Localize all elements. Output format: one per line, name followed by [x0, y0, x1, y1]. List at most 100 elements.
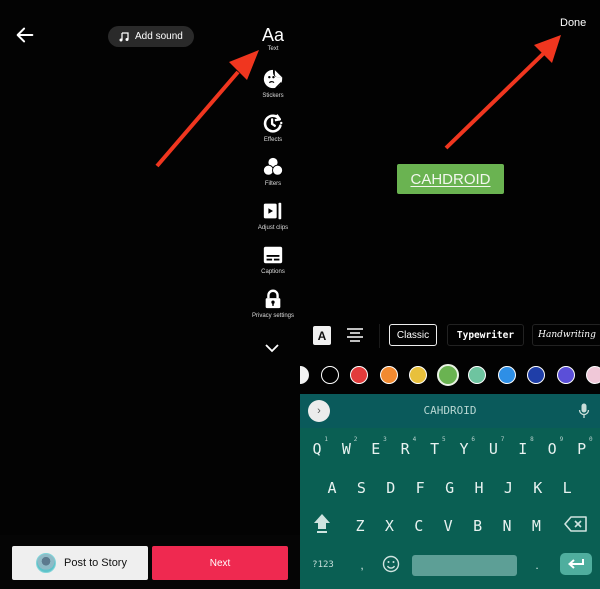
color-swatch-blue[interactable] — [497, 366, 516, 384]
enter-arrow-icon — [567, 559, 584, 569]
color-swatch-yellow[interactable] — [409, 366, 427, 384]
key-number-hint: 9 — [559, 436, 564, 443]
key-o[interactable]: O9 — [539, 434, 565, 464]
color-swatch-dark-blue[interactable] — [527, 366, 545, 384]
text-overlay-content: CAHDROID — [410, 170, 491, 188]
tool-captions[interactable]: Captions — [246, 244, 300, 275]
key-u[interactable]: U7 — [480, 434, 506, 464]
video-editor-panel: Add sound Aa Text Stickers Effects Filte… — [0, 0, 300, 589]
symbols-key[interactable]: ?123 — [308, 554, 338, 576]
key-g[interactable]: G — [437, 473, 463, 503]
space-key[interactable] — [412, 555, 517, 576]
tool-effects[interactable]: Effects — [246, 112, 300, 143]
comma-key[interactable]: , — [355, 554, 369, 576]
key-r[interactable]: R4 — [392, 434, 418, 464]
font-typewriter[interactable]: Typewriter — [447, 324, 524, 346]
tool-adjust-clips[interactable]: Adjust clips — [246, 200, 300, 231]
color-swatch-black[interactable] — [320, 366, 339, 384]
enter-key[interactable] — [560, 553, 592, 575]
key-label: R — [400, 440, 410, 458]
post-to-story-button[interactable]: Post to Story — [12, 546, 148, 580]
font-classic[interactable]: Classic — [389, 324, 437, 346]
key-p[interactable]: P0 — [569, 434, 595, 464]
color-swatch-green[interactable] — [436, 364, 459, 386]
key-c[interactable]: C — [406, 511, 432, 541]
tool-captions-label: Captions — [261, 269, 285, 275]
key-z[interactable]: Z — [347, 511, 373, 541]
period-key[interactable]: . — [530, 554, 544, 576]
emoji-key[interactable] — [380, 553, 402, 575]
key-w[interactable]: W2 — [333, 434, 359, 464]
color-swatch-teal[interactable] — [468, 366, 486, 384]
post-to-story-label: Post to Story — [64, 557, 127, 569]
key-x[interactable]: X — [376, 511, 402, 541]
text-background-toggle[interactable]: A — [313, 326, 331, 345]
key-d[interactable]: D — [378, 473, 404, 503]
key-number-hint: 3 — [383, 436, 387, 443]
key-label: T — [430, 440, 440, 458]
avatar — [36, 553, 56, 573]
key-number-hint: 8 — [530, 436, 534, 443]
filters-circles-icon — [262, 157, 284, 176]
font-handwriting[interactable]: Handwriting — [532, 324, 600, 346]
color-swatch-pink[interactable] — [586, 366, 600, 384]
key-label: Q — [312, 440, 322, 458]
key-y[interactable]: Y6 — [451, 434, 477, 464]
key-number-hint: 1 — [324, 436, 328, 443]
arrow-left-icon[interactable] — [14, 24, 36, 46]
shift-key[interactable] — [312, 512, 332, 536]
color-palette — [300, 364, 600, 386]
tool-privacy-settings[interactable]: Privacy settings — [246, 288, 300, 319]
key-h[interactable]: H — [466, 473, 492, 503]
next-button[interactable]: Next — [152, 546, 288, 580]
key-number-hint: 4 — [412, 436, 417, 443]
next-label: Next — [209, 557, 231, 569]
key-label: W — [341, 440, 351, 458]
key-number-hint: 0 — [588, 436, 593, 443]
tool-text[interactable]: Aa Text — [246, 24, 300, 52]
keyboard: › CAHDROID ?123 , . Q 1 W 2 E 3 R 4 T 5 … — [300, 394, 600, 589]
key-j[interactable]: J — [495, 473, 521, 503]
tool-text-label: Text — [267, 46, 279, 52]
captions-icon — [263, 246, 283, 264]
key-v[interactable]: V — [435, 511, 461, 541]
key-s[interactable]: S — [348, 473, 374, 503]
key-number-hint: 6 — [471, 436, 475, 443]
screenshot-root: Add sound Aa Text Stickers Effects Filte… — [0, 0, 600, 589]
keyboard-suggestion[interactable]: CAHDROID — [300, 404, 600, 417]
tool-stickers[interactable]: Stickers — [246, 68, 300, 99]
key-k[interactable]: K — [525, 473, 551, 503]
key-q[interactable]: Q1 — [304, 434, 330, 464]
tool-stickers-label: Stickers — [262, 93, 284, 99]
tool-effects-label: Effects — [263, 137, 283, 143]
key-label: E — [371, 440, 381, 458]
key-b[interactable]: B — [465, 511, 491, 541]
backspace-key[interactable] — [563, 514, 589, 534]
text-overlay[interactable]: CAHDROID — [397, 164, 504, 194]
align-center-icon[interactable] — [346, 327, 364, 343]
tool-filters-label: Filters — [264, 181, 282, 187]
key-f[interactable]: F — [407, 473, 433, 503]
chevron-down-icon[interactable] — [264, 342, 280, 354]
color-swatch-white[interactable] — [300, 366, 309, 384]
lock-icon — [265, 289, 281, 309]
done-button[interactable]: Done — [560, 17, 586, 29]
microphone-icon[interactable] — [578, 403, 590, 419]
key-n[interactable]: N — [494, 511, 520, 541]
color-swatch-purple[interactable] — [556, 366, 575, 384]
color-swatch-red[interactable] — [350, 366, 368, 384]
key-i[interactable]: I8 — [510, 434, 536, 464]
key-t[interactable]: T5 — [422, 434, 448, 464]
add-sound-label: Add sound — [135, 31, 183, 42]
key-e[interactable]: E3 — [363, 434, 389, 464]
key-m[interactable]: M — [523, 511, 549, 541]
tool-filters[interactable]: Filters — [246, 156, 300, 187]
adjust-clips-icon — [263, 202, 282, 220]
key-a[interactable]: A — [319, 473, 345, 503]
text-aa-icon: Aa — [261, 25, 285, 45]
add-sound-button[interactable]: Add sound — [108, 26, 194, 47]
keyboard-suggestion-bar: › CAHDROID — [300, 394, 600, 428]
key-l[interactable]: L — [554, 473, 580, 503]
key-number-hint: 2 — [353, 436, 358, 443]
color-swatch-orange[interactable] — [379, 366, 398, 384]
